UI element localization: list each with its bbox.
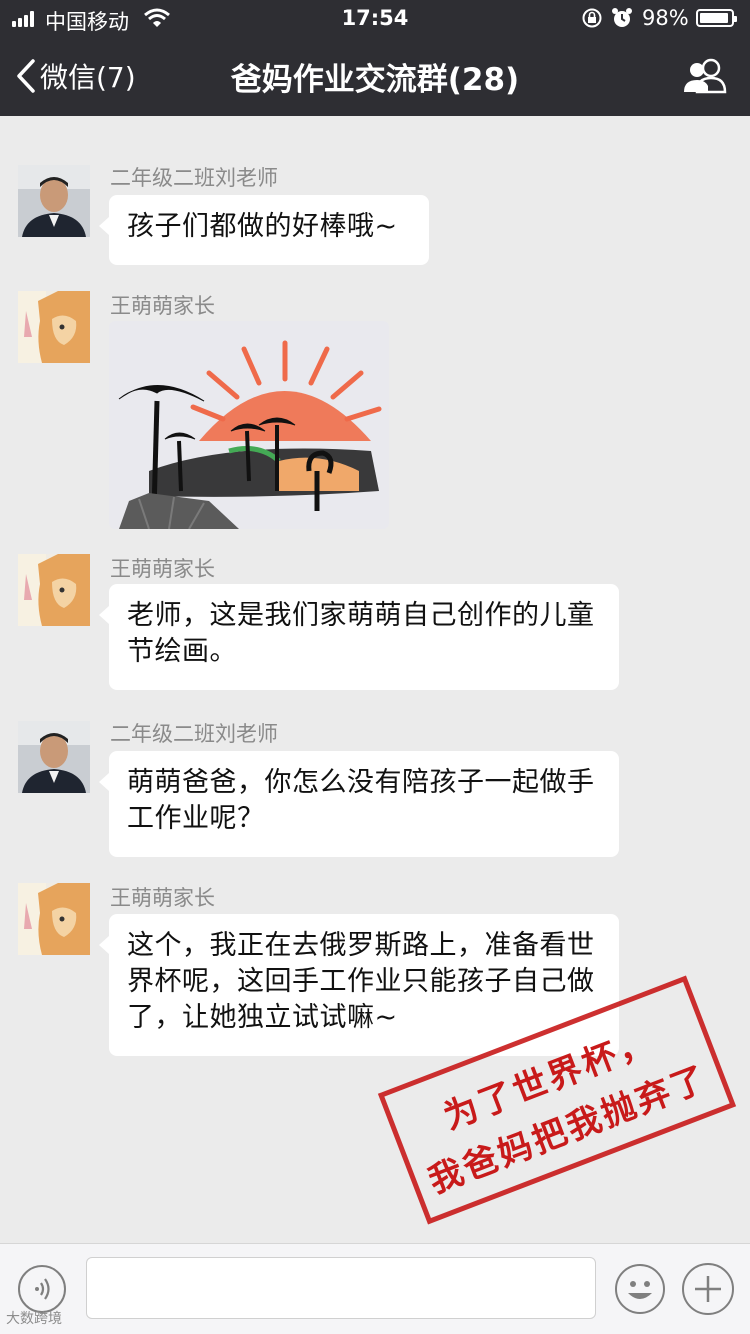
avatar[interactable] [18,554,90,626]
status-bar: 中国移动 17:54 98% [0,0,750,38]
battery-percent: 98% [642,6,689,30]
cat-avatar [18,291,90,363]
alarm-icon [612,8,632,27]
voice-icon [35,1278,50,1300]
avatar[interactable] [18,291,90,363]
avatar[interactable] [18,165,90,237]
cat-avatar [18,883,90,955]
sender-name: 二年级二班刘老师 [110,722,278,746]
clock: 17:54 [341,6,409,30]
message-bubble[interactable]: 孩子们都做的好棒哦~ [99,195,429,265]
message-bubble[interactable]: 老师，这是我们家萌萌自己创作的儿童节绘画。 [99,584,619,690]
top-bar: 中国移动 17:54 98% 微信(7) 爸妈作业交流群(28) [0,0,750,116]
sender-name: 王萌萌家长 [110,886,215,910]
watermark: 大数跨境 [6,1311,62,1327]
emoji-icon[interactable] [614,1263,666,1315]
group-members-icon[interactable] [683,58,727,94]
sender-name: 王萌萌家长 [110,294,215,318]
sender-name: 二年级二班刘老师 [110,166,278,190]
more-button[interactable] [682,1263,734,1315]
image-message[interactable] [109,321,389,529]
message-bubble[interactable]: 萌萌爸爸，你怎么没有陪孩子一起做手工作业呢？ [99,751,619,857]
cat-avatar [18,554,90,626]
sender-name: 王萌萌家长 [110,557,215,581]
teacher-avatar [18,721,90,793]
input-bar [0,1243,750,1334]
plus-icon [695,1276,721,1302]
avatar[interactable] [18,883,90,955]
chat-title: 爸妈作业交流群(28) [230,62,520,98]
battery-icon [696,9,737,27]
avatar[interactable] [18,721,90,793]
rotation-lock-icon [582,8,602,28]
child-drawing-sunset-palm-trees [109,321,389,529]
message-input[interactable] [86,1257,596,1319]
voice-button[interactable] [18,1265,66,1313]
teacher-avatar [18,165,90,237]
